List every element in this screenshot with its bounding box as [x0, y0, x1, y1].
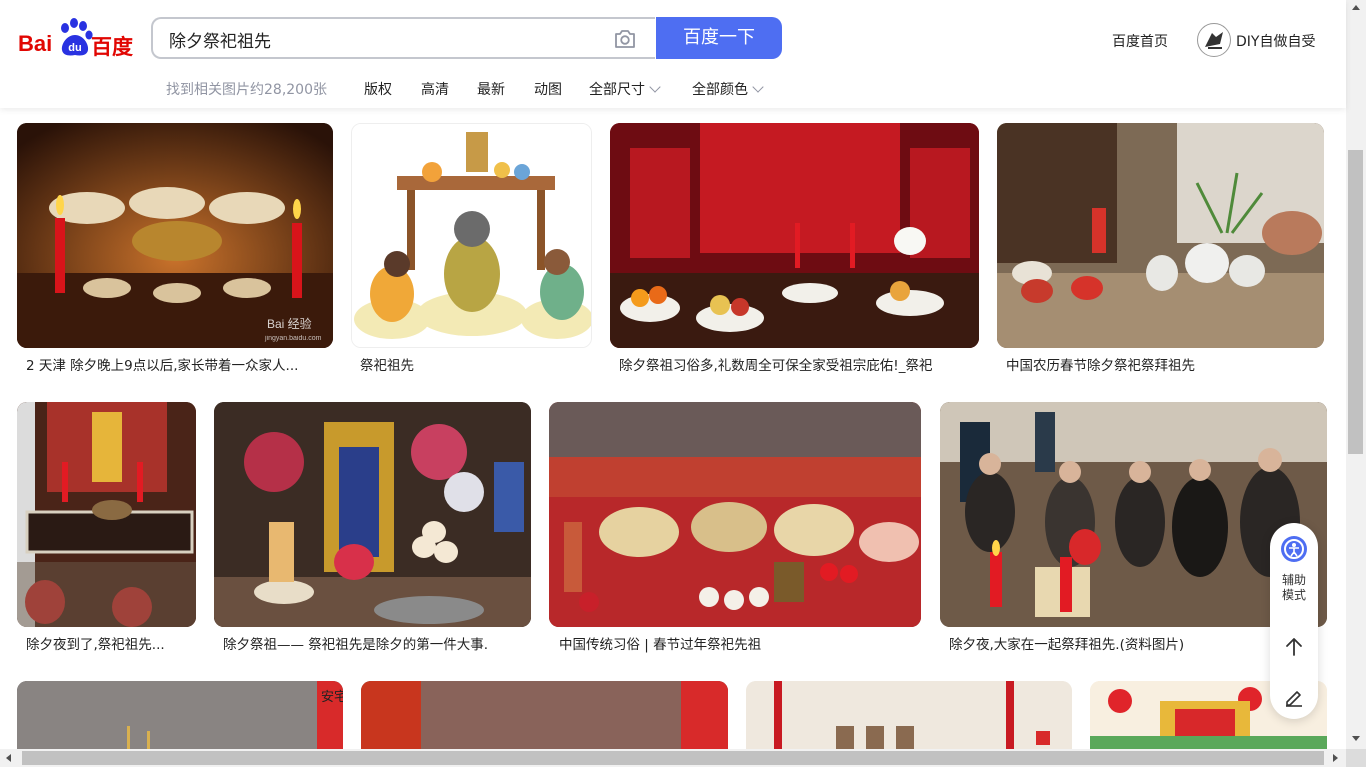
paw-logo-icon: du: [61, 18, 93, 56]
image-hands-offerings: [997, 123, 1324, 348]
accessibility-mode-icon[interactable]: [1280, 535, 1308, 563]
search-box: [151, 17, 655, 59]
svg-text:jingyan.baidu.com: jingyan.baidu.com: [264, 335, 322, 342]
result-image-7[interactable]: [549, 402, 921, 627]
avatar[interactable]: [1197, 23, 1231, 57]
result-image-4[interactable]: [997, 123, 1324, 348]
result-caption-2[interactable]: 祭祀祖先: [360, 354, 585, 374]
scrollbar-corner: [1346, 749, 1366, 767]
result-caption-6[interactable]: 除夕祭祖—— 祭祀祖先是除夕的第一件大事.: [223, 633, 523, 653]
search-input[interactable]: [169, 27, 589, 51]
svg-text:安宅: 安宅: [321, 690, 343, 705]
image-temple-smoke: [361, 681, 728, 749]
feedback-edit-icon[interactable]: [1282, 685, 1306, 709]
filter-size-label: 全部尺寸: [589, 82, 645, 98]
result-caption-4[interactable]: 中国农历春节除夕祭祀祭拜祖先: [1006, 354, 1316, 374]
filter-copyright[interactable]: 版权: [364, 79, 392, 99]
image-red-couplets-room: [746, 681, 1072, 749]
top-header: Bai du 百度 百度一下 百度首页 DIY自做自受 找到相关: [0, 0, 1346, 108]
chevron-down-icon: [752, 81, 764, 93]
filter-hd[interactable]: 高清: [421, 79, 449, 99]
result-image-8[interactable]: [940, 402, 1327, 627]
svg-text:Bai 经验: Bai 经验: [267, 316, 312, 331]
result-image-2[interactable]: [351, 123, 592, 348]
vertical-scroll-thumb[interactable]: [1348, 150, 1363, 454]
avatar-image-icon: [1199, 25, 1229, 55]
image-gold-tablet-offerings: [214, 402, 531, 627]
baidu-home-link[interactable]: 百度首页: [1112, 31, 1168, 51]
scroll-down-arrow-icon[interactable]: [1352, 736, 1360, 741]
image-ancestral-hall-table: [17, 402, 196, 627]
result-image-5[interactable]: [17, 402, 196, 627]
username: DIY自做自受: [1236, 34, 1316, 50]
result-caption-1[interactable]: 2 天津 除夕晚上9点以后,家长带着一众家人...: [26, 354, 326, 374]
result-caption-7[interactable]: 中国传统习俗 | 春节过年祭祀先祖: [559, 633, 914, 653]
result-count: 找到相关图片约28,200张: [166, 82, 327, 98]
accessibility-label-line1: 辅助: [1281, 573, 1306, 587]
horizontal-scrollbar[interactable]: [0, 749, 1346, 767]
result-image-1[interactable]: Bai 经验 jingyan.baidu.com: [17, 123, 333, 348]
accessibility-mode-label[interactable]: 辅助 模式: [1270, 573, 1318, 603]
result-caption-3[interactable]: 除夕祭祖习俗多,礼数周全可保全家受祖宗庇佑!_祭祀: [619, 354, 964, 374]
scroll-right-arrow-icon[interactable]: [1333, 754, 1338, 762]
result-caption-5[interactable]: 除夕夜到了,祭祀祖先...: [26, 633, 186, 653]
vertical-scrollbar[interactable]: [1346, 0, 1366, 749]
image-banquet-chickens: [549, 402, 921, 627]
horizontal-scroll-thumb[interactable]: [22, 751, 1324, 765]
filter-animated[interactable]: 动图: [534, 79, 562, 99]
result-image-11[interactable]: [746, 681, 1072, 749]
baidu-logo[interactable]: Bai du 百度: [18, 18, 134, 60]
svg-text:du: du: [68, 42, 81, 54]
result-image-6[interactable]: [214, 402, 531, 627]
filter-color-dropdown[interactable]: 全部颜色: [692, 79, 764, 99]
logo-text-latin: Bai: [18, 31, 53, 56]
result-caption-8[interactable]: 除夕夜,大家在一起祭拜祖先.(资料图片): [949, 633, 1259, 653]
image-offering-table-candles: Bai 经验 jingyan.baidu.com: [17, 123, 333, 348]
image-family-praying: [940, 402, 1327, 627]
image-smoky-incense: 安宅: [17, 681, 343, 749]
result-image-10[interactable]: [361, 681, 728, 749]
accessibility-label-line2: 模式: [1281, 588, 1306, 602]
image-cartoon-worship: [352, 124, 591, 347]
logo-text-cn: 百度: [91, 35, 133, 59]
result-image-9[interactable]: 安宅: [17, 681, 343, 749]
image-red-altar-fruits: [610, 123, 979, 348]
scroll-up-arrow-icon[interactable]: [1352, 5, 1360, 10]
filter-latest[interactable]: 最新: [477, 79, 505, 99]
filter-size-dropdown[interactable]: 全部尺寸: [589, 79, 661, 99]
search-button[interactable]: 百度一下: [656, 17, 782, 59]
scroll-left-arrow-icon[interactable]: [6, 754, 11, 762]
result-image-3[interactable]: [610, 123, 979, 348]
floating-side-panel: 辅助 模式: [1270, 523, 1318, 719]
chevron-down-icon: [649, 81, 661, 93]
camera-icon[interactable]: [613, 28, 637, 50]
filter-color-label: 全部颜色: [692, 82, 748, 98]
back-to-top-icon[interactable]: [1282, 635, 1306, 659]
